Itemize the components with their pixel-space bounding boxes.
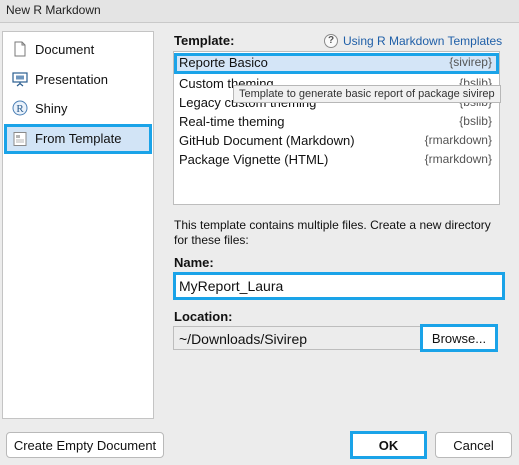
window-titlebar: New R Markdown (0, 0, 519, 23)
shiny-icon: R (12, 100, 28, 116)
help-icon: ? (324, 34, 338, 48)
ok-button[interactable]: OK (350, 431, 427, 459)
document-icon (12, 41, 28, 57)
template-package: {rmarkdown} (424, 133, 492, 147)
cancel-button-label: Cancel (453, 438, 494, 453)
window-title: New R Markdown (6, 3, 101, 17)
template-name: Real-time theming (179, 114, 285, 129)
template-icon (12, 131, 28, 147)
template-package: {sivirep} (449, 55, 492, 69)
template-name: GitHub Document (Markdown) (179, 133, 355, 148)
sidebar-item-label: Shiny (35, 101, 68, 116)
cancel-button[interactable]: Cancel (435, 432, 512, 458)
location-field: ~/Downloads/Sivirep (173, 326, 421, 350)
help-link-text: Using R Markdown Templates (343, 34, 503, 48)
location-label: Location: (174, 309, 233, 324)
browse-button-label: Browse... (431, 331, 487, 346)
template-row-package-vignette[interactable]: Package Vignette (HTML) {rmarkdown} (174, 150, 499, 169)
multi-file-description: This template contains multiple files. C… (174, 218, 491, 247)
browse-button[interactable]: Browse... (420, 324, 498, 352)
presentation-icon (12, 71, 28, 87)
template-name: Reporte Basico (179, 55, 268, 70)
template-package: {bslib} (459, 114, 492, 128)
template-row-real-time-theming[interactable]: Real-time theming {bslib} (174, 112, 499, 131)
sidebar-item-from-template[interactable]: From Template (4, 124, 152, 154)
sidebar-item-presentation[interactable]: Presentation (4, 65, 152, 93)
template-name: Package Vignette (HTML) (179, 152, 329, 167)
template-row-reporte-basico[interactable]: Reporte Basico {sivirep} (174, 53, 499, 74)
format-sidebar: Document Presentation R Shiny From Templ… (2, 31, 154, 419)
sidebar-item-document[interactable]: Document (4, 35, 152, 63)
sidebar-item-label: Presentation (35, 72, 108, 87)
sidebar-item-label: From Template (35, 131, 122, 146)
name-input[interactable] (179, 276, 497, 296)
template-list[interactable]: Reporte Basico {sivirep} Custom theming … (173, 51, 500, 205)
create-empty-document-label: Create Empty Document (13, 438, 157, 453)
sidebar-item-label: Document (35, 42, 95, 57)
template-package: {rmarkdown} (424, 152, 492, 166)
template-tooltip: Template to generate basic report of pac… (233, 85, 501, 103)
sidebar-item-shiny[interactable]: R Shiny (4, 94, 152, 122)
template-label: Template: (174, 33, 235, 48)
location-value: ~/Downloads/Sivirep (179, 331, 308, 347)
svg-text:R: R (16, 103, 24, 115)
ok-button-label: OK (378, 438, 399, 453)
name-label: Name: (174, 255, 214, 270)
name-field[interactable] (173, 272, 505, 300)
template-row-github-document[interactable]: GitHub Document (Markdown) {rmarkdown} (174, 131, 499, 150)
create-empty-document-button[interactable]: Create Empty Document (6, 432, 164, 458)
